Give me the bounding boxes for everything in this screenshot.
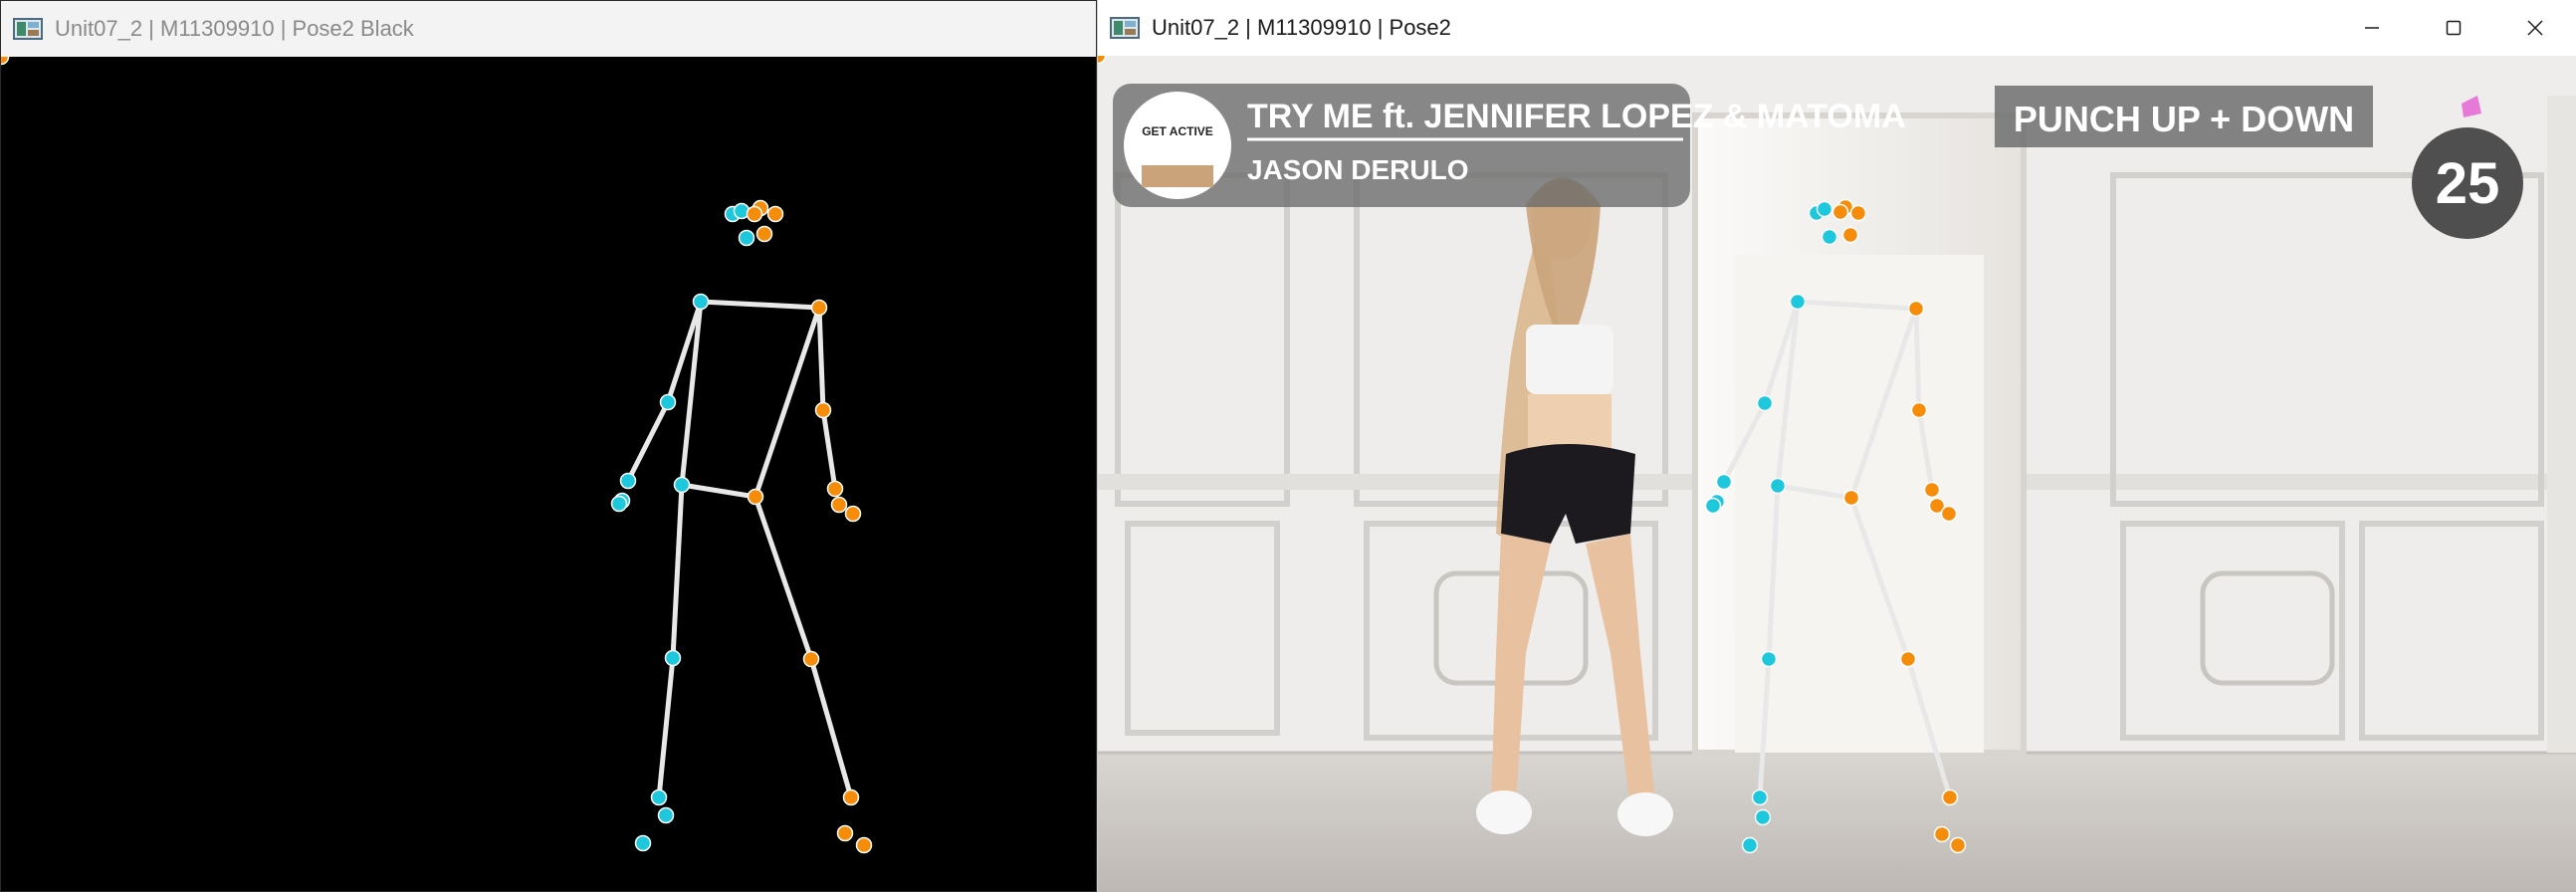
- keypoint: [1704, 497, 1722, 515]
- keypoint: [1760, 650, 1778, 668]
- keypoint: [830, 496, 848, 514]
- keypoint: [1789, 293, 1807, 311]
- keypoint: [1923, 481, 1941, 499]
- keypoint: [1741, 836, 1759, 854]
- skeleton-bone: [820, 407, 838, 492]
- keypoint: [855, 836, 873, 854]
- keypoint: [836, 824, 854, 842]
- pose-video-window: Unit07_2 | M11309910 | Pose2 GET ACTIVE …: [1097, 0, 2576, 892]
- skeleton-bone: [816, 305, 826, 413]
- image-window-icon: [13, 18, 43, 40]
- face-keypoint: [1831, 203, 1849, 221]
- keypoint: [673, 476, 691, 494]
- window-title: Unit07_2 | M11309910 | Pose2 Black: [55, 16, 414, 41]
- window-titlebar[interactable]: Unit07_2 | M11309910 | Pose2 Black: [1, 1, 1096, 57]
- skeleton-bone: [625, 399, 671, 484]
- pose-skeleton: [1, 57, 873, 854]
- exercise-banner: PUNCH UP + DOWN: [1995, 86, 2373, 147]
- maximize-icon: [2446, 20, 2462, 36]
- skeleton-bone: [1913, 306, 1922, 413]
- keypoint: [619, 472, 637, 490]
- keypoint: [650, 788, 668, 806]
- face-keypoint: [746, 205, 763, 223]
- keypoint: [1756, 394, 1774, 412]
- keypoint: [826, 480, 844, 498]
- close-icon: [2527, 20, 2543, 36]
- keypoint: [1933, 825, 1951, 843]
- minimize-button[interactable]: [2331, 0, 2413, 56]
- face-keypoint: [766, 205, 784, 223]
- keypoint: [814, 401, 832, 419]
- skeleton-bone: [752, 305, 822, 500]
- skeleton-bone: [752, 494, 814, 662]
- face-keypoint: [1821, 228, 1838, 246]
- keypoint: [1899, 650, 1917, 668]
- keypoint: [659, 393, 677, 411]
- face-keypoint: [1849, 204, 1867, 222]
- skeleton-bone: [656, 655, 676, 800]
- window-title: Unit07_2 | M11309910 | Pose2: [1152, 15, 1451, 40]
- face-keypoint: [1816, 200, 1833, 218]
- face-keypoint: [738, 229, 755, 247]
- keypoint: [664, 649, 682, 667]
- keypoint: [1754, 808, 1772, 826]
- keypoint: [1, 57, 10, 66]
- maximize-button[interactable]: [2413, 0, 2494, 56]
- keypoint: [810, 299, 828, 317]
- minimize-icon: [2365, 27, 2379, 29]
- skeleton-bone: [670, 482, 685, 661]
- keypoint: [1769, 477, 1787, 495]
- keypoint: [1949, 836, 1967, 854]
- keypoint: [802, 650, 820, 668]
- keypoint: [657, 806, 675, 824]
- keypoint: [1941, 788, 1959, 806]
- song-title: TRY ME ft. JENNIFER LOPEZ & MATOMA: [1247, 98, 1906, 135]
- album-badge-label: GET ACTIVE: [1142, 124, 1213, 138]
- face-keypoint: [1841, 226, 1859, 244]
- video-frame: GET ACTIVE TRY ME ft. JENNIFER LOPEZ & M…: [1098, 56, 2576, 892]
- skeleton-bone: [679, 482, 758, 500]
- window-titlebar[interactable]: Unit07_2 | M11309910 | Pose2: [1098, 0, 2576, 57]
- skeleton-bone: [808, 656, 854, 800]
- exercise-label: PUNCH UP + DOWN: [2014, 99, 2354, 139]
- keypoint: [842, 788, 860, 806]
- keypoint: [634, 834, 652, 852]
- keypoint: [1715, 473, 1733, 491]
- close-button[interactable]: [2494, 0, 2576, 56]
- keypoint: [747, 488, 764, 506]
- keypoint: [844, 505, 862, 523]
- keypoint: [1842, 489, 1860, 507]
- keypoint: [1751, 788, 1769, 806]
- keypoint: [1940, 505, 1958, 523]
- pose-black-window: Unit07_2 | M11309910 | Pose2 Black: [0, 0, 1097, 892]
- skeleton-bone: [698, 299, 822, 311]
- keypoint: [692, 293, 710, 311]
- image-window-icon: [1110, 17, 1140, 39]
- counter-value: 25: [2436, 151, 2500, 216]
- pose-skeleton-canvas: [1, 57, 1096, 891]
- keypoint: [1907, 300, 1925, 318]
- artist-name: JASON DERULO: [1247, 154, 1468, 185]
- keypoint: [1910, 401, 1928, 419]
- face-keypoint: [755, 225, 773, 243]
- keypoint: [610, 495, 628, 513]
